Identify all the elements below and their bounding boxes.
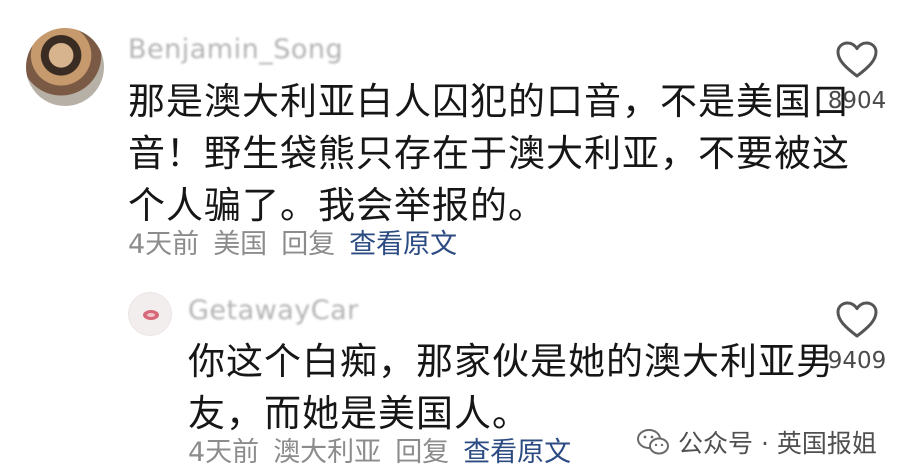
comment-text-line: 那是澳大利亚白人囚犯的口音，不是美国口: [128, 80, 850, 123]
comment-text-line: 音！野生袋熊只存在于澳大利亚，不要被这: [128, 132, 850, 175]
comment-username[interactable]: Benjamin_Song: [128, 34, 343, 65]
avatar[interactable]: [26, 28, 104, 106]
like-count: 9409: [827, 348, 887, 374]
reply-text-line: 你这个白痴，那家伙是她的澳大利亚男: [188, 340, 834, 383]
reply-meta: 4天前 澳大利亚 回复 查看原文: [188, 430, 571, 469]
watermark-text: 公众号 · 英国报姐: [678, 429, 877, 458]
wechat-icon: [637, 429, 669, 455]
avatar-image: [143, 310, 159, 320]
heart-outline-icon: [836, 301, 878, 338]
comment-text: 那是澳大利亚白人囚犯的口音，不是美国口 音！野生袋熊只存在于澳大利亚，不要被这 …: [128, 76, 850, 232]
watermark: 公众号 · 英国报姐: [636, 424, 877, 460]
view-original-link[interactable]: 查看原文: [349, 229, 457, 260]
reply-button[interactable]: 回复: [395, 437, 449, 468]
comment-location: 美国: [213, 229, 268, 260]
reply-username[interactable]: GetawayCar: [188, 295, 359, 326]
reply-time: 4天前: [188, 437, 260, 468]
comment-time: 4天前: [128, 229, 200, 260]
like-button[interactable]: 8904: [812, 40, 899, 114]
like-button[interactable]: 9409: [812, 300, 899, 374]
heart-outline-icon: [836, 41, 878, 78]
like-count: 8904: [827, 88, 887, 114]
comment-meta: 4天前 美国 回复 查看原文: [128, 222, 457, 261]
reply-location: 澳大利亚: [273, 437, 382, 468]
avatar[interactable]: [128, 292, 172, 336]
reply-button[interactable]: 回复: [281, 229, 335, 260]
view-original-link[interactable]: 查看原文: [463, 437, 571, 468]
